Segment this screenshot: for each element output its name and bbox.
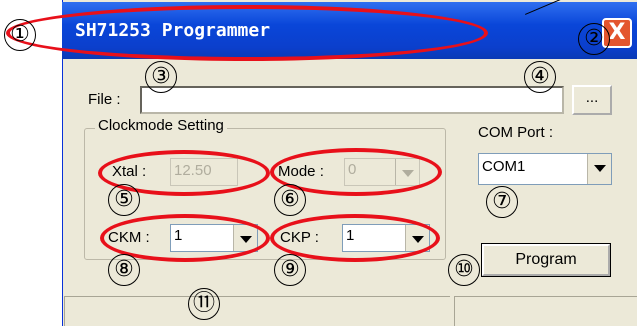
annotation-number-11: ⑪ [188, 288, 220, 320]
annotation-number-1: ① [4, 19, 36, 51]
annotation-number-9: ⑨ [274, 254, 306, 286]
file-label: File : [88, 91, 121, 108]
com-port-value: COM1 [482, 158, 526, 175]
com-port-label: COM Port : [478, 124, 554, 141]
status-panel-secondary [454, 296, 637, 326]
annotation-number-6: ⑥ [274, 184, 306, 216]
annotation-oval-title [6, 5, 488, 61]
annotation-number-4: ④ [524, 61, 556, 93]
annotation-number-8: ⑧ [108, 254, 140, 286]
annotation-number-5: ⑤ [108, 184, 140, 216]
file-path-input[interactable] [140, 86, 564, 114]
close-icon: X [608, 20, 626, 45]
program-button[interactable]: Program [481, 243, 611, 277]
com-port-select[interactable]: COM1 [478, 153, 612, 185]
clockmode-group-title: Clockmode Setting [95, 117, 227, 134]
annotation-number-2: ② [578, 23, 610, 55]
annotation-number-3: ③ [145, 61, 177, 93]
chevron-down-icon [587, 154, 611, 184]
status-panel-main [64, 296, 450, 326]
browse-button[interactable]: ... [572, 85, 612, 115]
annotation-number-10: ⑩ [448, 254, 480, 286]
annotation-number-7: ⑦ [486, 186, 518, 218]
